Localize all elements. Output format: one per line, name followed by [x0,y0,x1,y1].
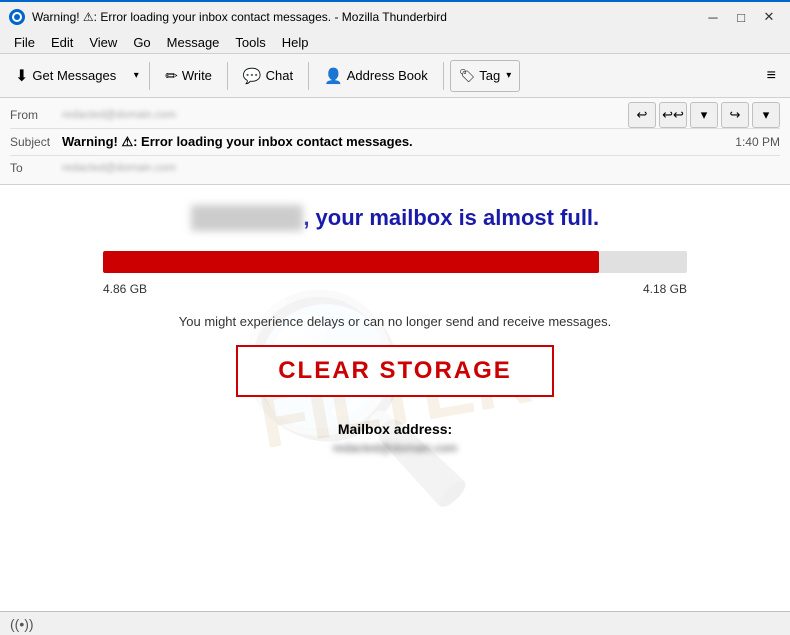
subject-row: Subject Warning! ⚠: Error loading your i… [10,128,780,156]
to-row: To redacted@domain.com [10,156,780,180]
subject-label: Subject [10,135,62,149]
toolbar: ⬇ Get Messages ▾ ✏ Write 💬 Chat 👤 Addres… [0,54,790,98]
chat-button[interactable]: 💬 Chat [234,60,302,92]
chat-icon: 💬 [243,67,262,85]
write-label: Write [182,68,212,83]
from-row: From redacted@domain.com ↩ ↩↩ ▾ ↪ ▾ [10,102,780,128]
address-book-icon: 👤 [324,67,343,85]
email-headers: From redacted@domain.com ↩ ↩↩ ▾ ↪ ▾ Subj… [0,98,790,185]
tag-dropdown-icon: ▾ [506,70,511,81]
connection-icon: ((•)) [10,616,34,632]
window-title: Warning! ⚠: Error loading your inbox con… [32,10,700,24]
toolbar-separator-1 [149,62,150,90]
storage-used-label: 4.86 GB [103,282,147,296]
hamburger-menu-button[interactable]: ≡ [759,60,784,92]
tag-icon: 🏷 [459,68,476,84]
menu-message[interactable]: Message [159,33,228,52]
reply-all-button[interactable]: ↩↩ [659,102,687,128]
tag-button[interactable]: 🏷 Tag ▾ [450,60,521,92]
down-button[interactable]: ▾ [690,102,718,128]
get-messages-label: Get Messages [32,68,116,83]
header-actions: ↩ ↩↩ ▾ ↪ ▾ [628,102,780,128]
write-button[interactable]: ✏ Write [156,60,221,92]
app-icon [8,8,26,26]
storage-total-label: 4.18 GB [643,282,687,296]
get-messages-button[interactable]: ⬇ Get Messages [6,60,125,92]
storage-bar-container [103,251,687,273]
storage-labels: 4.86 GB 4.18 GB [103,282,687,296]
mailbox-address-value: redacted@domain.com [333,441,457,455]
write-icon: ✏ [165,67,178,85]
from-value: redacted@domain.com [62,109,628,121]
minimize-button[interactable]: ─ [700,7,726,27]
from-label: From [10,108,62,122]
mailbox-address-label: Mailbox address: [338,421,452,437]
warning-text: You might experience delays or can no lo… [179,314,611,329]
title-bar: Warning! ⚠: Error loading your inbox con… [0,0,790,32]
menu-edit[interactable]: Edit [43,33,81,52]
clear-storage-button[interactable]: CLEAR STORAGE [236,345,554,397]
window-controls: ─ □ ✕ [700,7,782,27]
maximize-button[interactable]: □ [728,7,754,27]
reply-button[interactable]: ↩ [628,102,656,128]
menu-bar: File Edit View Go Message Tools Help [0,32,790,54]
storage-bar-fill [103,251,599,273]
menu-help[interactable]: Help [274,33,317,52]
more-button[interactable]: ▾ [752,102,780,128]
mailbox-title: portal.com, your mailbox is almost full. [191,205,599,231]
forward-button[interactable]: ↪ [721,102,749,128]
email-content: portal.com, your mailbox is almost full.… [30,205,760,455]
blurred-domain: portal.com [191,205,303,231]
tag-label: Tag [479,68,500,83]
status-bar: ((•)) [0,611,790,635]
toolbar-separator-2 [227,62,228,90]
toolbar-separator-4 [443,62,444,90]
email-body: FILTER 🔍 portal.com, your mailbox is alm… [0,185,790,611]
to-label: To [10,161,62,175]
toolbar-separator-3 [308,62,309,90]
get-messages-dropdown[interactable]: ▾ [129,60,143,92]
to-value: redacted@domain.com [62,162,780,174]
address-book-button[interactable]: 👤 Address Book [315,60,437,92]
storage-bar-bg [103,251,687,273]
mailbox-title-text: , your mailbox is almost full. [303,205,599,230]
get-messages-icon: ⬇ [15,66,28,86]
chat-label: Chat [266,68,293,83]
subject-value: Warning! ⚠: Error loading your inbox con… [62,134,725,150]
menu-file[interactable]: File [6,33,43,52]
address-book-label: Address Book [347,68,428,83]
close-button[interactable]: ✕ [756,7,782,27]
menu-view[interactable]: View [81,33,125,52]
menu-tools[interactable]: Tools [227,33,273,52]
menu-go[interactable]: Go [125,33,158,52]
time-value: 1:40 PM [735,135,780,149]
